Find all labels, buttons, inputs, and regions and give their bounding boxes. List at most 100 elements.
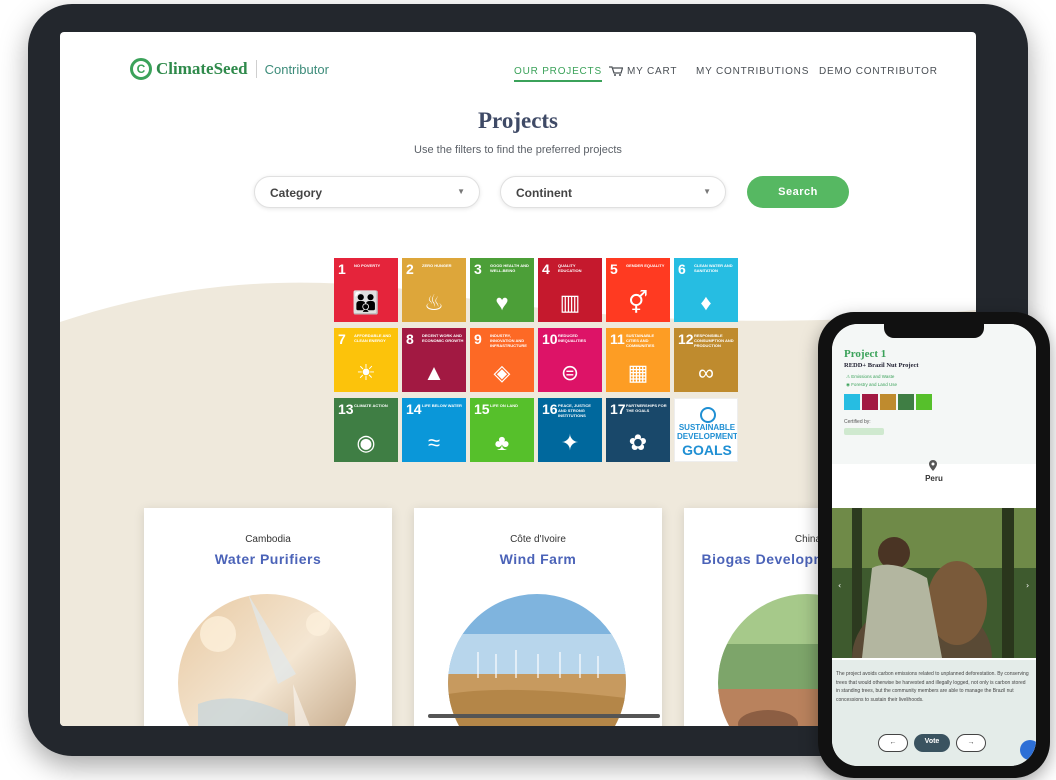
sdg-number: 8 [406, 331, 414, 347]
sdg-label: Partnerships for the goals [626, 403, 667, 413]
eye-globe-icon: ◉ [356, 430, 376, 455]
logo-divider [255, 60, 257, 78]
cart-icon [609, 66, 623, 77]
sdg-number: 16 [542, 401, 558, 417]
sdg-tile-9[interactable]: 9 Industry, innovation and infrastructure… [470, 328, 534, 392]
sdg-tile-8[interactable]: 8 Decent work and economic growth ▲ [402, 328, 466, 392]
sun-icon: ☀ [356, 360, 376, 385]
sdg-tile-4[interactable]: 4 Quality education ▥ [538, 258, 602, 322]
sdg-number: 1 [338, 261, 346, 277]
sdg-label: Life below water [422, 403, 462, 408]
equal-icon: ⊜ [560, 360, 580, 385]
sdg-tile-17[interactable]: 17 Partnerships for the goals ✿ [606, 398, 670, 462]
sdg-number: 5 [610, 261, 618, 277]
vote-button[interactable]: Vote [914, 734, 950, 752]
page-title: Projects [477, 108, 559, 133]
infinity-icon: ∞ [698, 360, 714, 385]
horizontal-scrollbar[interactable] [428, 714, 660, 718]
nav-my-contributions[interactable]: MY CONTRIBUTIONS [696, 66, 809, 77]
card-title[interactable]: Wind Farm [414, 550, 662, 568]
page-subtitle: Use the filters to find the preferred pr… [414, 144, 622, 156]
chat-bubble-icon[interactable] [1020, 740, 1036, 760]
sdg-tile-7[interactable]: 7 Affordable and clean energy ☀ [334, 328, 398, 392]
previous-arrow-button[interactable]: ← [878, 734, 908, 752]
sdg-tile-15[interactable]: 15 Life on land ♣ [470, 398, 534, 462]
logo-subtitle: Contributor [264, 61, 329, 77]
tag-label: Emissions and Waste [851, 374, 895, 379]
project-location: Peru [925, 474, 943, 483]
sdg-label: No poverty [354, 263, 381, 268]
project-name: REDD+ Brazil Nut Project [844, 362, 919, 369]
sdg-number: 7 [338, 331, 346, 347]
card-title[interactable]: Water Purifiers [144, 550, 392, 568]
arrow-right-icon: → [967, 739, 975, 746]
sdg-label: Good health and well-being [490, 263, 529, 273]
sdg-tile-11[interactable]: 11 Sustainable cities and communities ▦ [606, 328, 670, 392]
sdg-tile-2[interactable]: 2 Zero hunger ♨ [402, 258, 466, 322]
search-button[interactable]: Search [747, 176, 849, 208]
card-country: Cambodia [245, 534, 291, 545]
sdg-label: Sustainable cities and communities [626, 333, 655, 348]
svg-text:‹: ‹ [838, 581, 841, 590]
card-image-water-pouring [178, 594, 356, 726]
sdg-tile-13[interactable]: 13 Climate action ◉ [334, 398, 398, 462]
project-header: Project 1 REDD+ Brazil Nut Project ⚠ Emi… [832, 324, 1036, 464]
sdg-label: Peace, justice and strong institutions [558, 403, 591, 418]
sdg-label: Decent work and economic growth [422, 333, 464, 343]
nav-my-cart[interactable]: MY CART [609, 66, 677, 77]
project-card-cote-divoire[interactable]: Côte d'Ivoire Wind Farm [414, 508, 662, 726]
sdg-tile-16[interactable]: 16 Peace, justice and strong institutions… [538, 398, 602, 462]
sdg-label: Reduced inequalities [558, 333, 587, 343]
nav-our-projects[interactable]: OUR PROJECTS [514, 66, 602, 82]
sdg-logo-line1: SUSTAINABLE [678, 423, 736, 432]
sdg-label: Gender equality [626, 263, 665, 268]
next-arrow-button[interactable]: → [956, 734, 986, 752]
climateseed-logo[interactable]: C ClimateSeed Contributor [130, 58, 329, 80]
category-select-value: Category [270, 186, 323, 200]
project-description: The project avoids carbon emissions rela… [836, 671, 1029, 703]
sdg-number: 11 [610, 331, 625, 347]
heartbeat-icon: ♥ [495, 290, 509, 315]
nav-my-cart-label: MY CART [627, 66, 678, 77]
sdg-number: 2 [406, 261, 414, 277]
sdg-number: 14 [406, 401, 422, 417]
sdg-tile-5[interactable]: 5 Gender equality ⚥ [606, 258, 670, 322]
sdg-tile-1[interactable]: 1 No poverty 👪 [334, 258, 398, 322]
sdg-tile-10[interactable]: 10 Reduced inequalities ⊜ [538, 328, 602, 392]
chevron-down-icon: ▼ [703, 187, 711, 196]
sdg-goals-grid: 1 No poverty 👪 2 Zero hunger ♨ 3 Good health an… [334, 258, 738, 464]
nav-demo-contributor[interactable]: DEMO CONTRIBUTOR [819, 66, 938, 77]
phone-device: Project 1 REDD+ Brazil Nut Project ⚠ Emi… [818, 312, 1050, 778]
certified-label: Certified by: [844, 419, 871, 425]
top-navigation: C ClimateSeed Contributor OUR PROJECTS M… [60, 32, 976, 102]
rings-icon: ✿ [628, 430, 648, 455]
project-card-cambodia[interactable]: Cambodia Water Purifiers [144, 508, 392, 726]
sdg-tile-6[interactable]: 6 Clean water and sanitation ♦ [674, 258, 738, 322]
continent-select[interactable]: Continent ▼ [500, 176, 726, 208]
dove-icon: ✦ [560, 430, 580, 455]
svg-text:›: › [1026, 581, 1029, 590]
family-icon: 👪 [352, 290, 380, 315]
city-icon: ▦ [627, 360, 649, 385]
sdg-15-badge [916, 394, 932, 410]
certifier-logo [844, 428, 884, 435]
un-emblem-icon [700, 407, 716, 423]
sdg-number: 4 [542, 261, 550, 277]
sdg-label: Clean water and sanitation [694, 263, 733, 273]
location-pin-icon [929, 460, 937, 471]
sdg-number: 6 [678, 261, 686, 277]
sdg-label: Climate action [354, 403, 388, 408]
sdg-label: Zero hunger [422, 263, 452, 268]
arrow-left-icon: ← [889, 739, 897, 746]
sdg-number: 9 [474, 331, 482, 347]
sdg-tile-3[interactable]: 3 Good health and well-being ♥ [470, 258, 534, 322]
tag-emissions: ⚠ Emissions and Waste [846, 374, 895, 379]
card-image-wind-turbines [448, 594, 626, 726]
sdg-label: Life on land [490, 403, 518, 408]
bowl-icon: ♨ [424, 290, 444, 315]
sdg-tile-12[interactable]: 12 Responsible consumption and production… [674, 328, 738, 392]
sdg-tile-14[interactable]: 14 Life below water ≈ [402, 398, 466, 462]
sdg-number: 12 [678, 331, 694, 347]
sdg-13-badge [898, 394, 914, 410]
category-select[interactable]: Category ▼ [254, 176, 480, 208]
